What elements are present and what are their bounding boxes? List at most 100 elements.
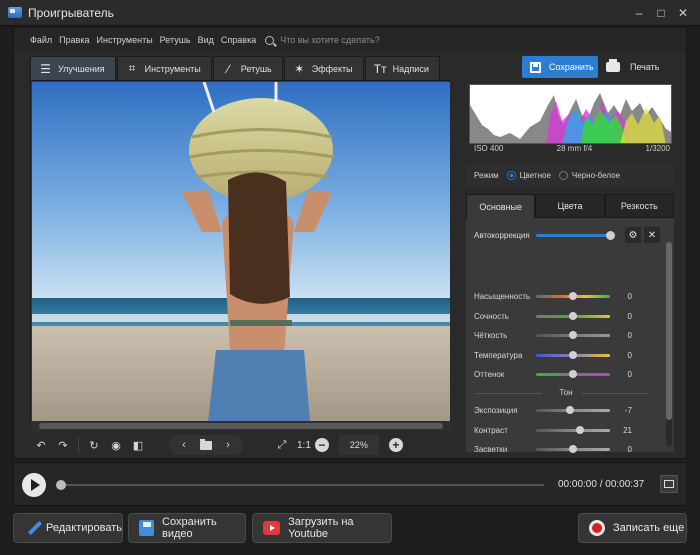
tab-tools[interactable]: ⌗ Инструменты	[116, 56, 212, 80]
tab-basic[interactable]: Основные	[466, 194, 536, 218]
record-icon	[589, 520, 605, 536]
menu-file[interactable]: Файл	[30, 35, 52, 45]
slider-knob[interactable]	[569, 311, 577, 320]
record-label: Записать еще	[613, 522, 685, 534]
slider-row: Экспозиция -7	[474, 404, 654, 418]
window-title: Проигрыватель	[28, 5, 114, 20]
undo-button[interactable]: ↶	[30, 435, 52, 455]
autocorrection-settings-button[interactable]: ⚙	[625, 227, 641, 243]
slider-knob[interactable]	[569, 292, 577, 300]
histogram	[469, 84, 672, 144]
menu-bar: Файл Правка Инструменты Ретушь Вид Справ…	[14, 28, 686, 52]
save-button[interactable]: Сохранить	[522, 56, 598, 78]
color-mode: Режим Цветное Черно-белое	[466, 164, 674, 186]
redo-button[interactable]: ↷	[52, 435, 74, 455]
folder-icon	[200, 438, 212, 450]
edit-button[interactable]: Редактировать	[13, 513, 123, 543]
slider-knob[interactable]	[569, 370, 577, 378]
radio-color-label[interactable]: Цветное	[520, 171, 551, 180]
chevron-left-icon: ‹	[182, 439, 186, 451]
preview-button[interactable]: ◉	[105, 435, 127, 455]
image-canvas[interactable]	[30, 80, 451, 431]
radio-bw-label[interactable]: Черно-белое	[572, 171, 620, 180]
tab-label: Надписи	[392, 63, 429, 74]
maximize-button[interactable]: □	[650, 4, 672, 22]
open-folder-button[interactable]	[195, 435, 217, 455]
tab-retouch[interactable]: ∕ Ретушь	[212, 56, 283, 80]
menu-help[interactable]: Справка	[221, 35, 256, 45]
slider-value: 0	[627, 311, 632, 321]
menu-view[interactable]: Вид	[198, 35, 214, 45]
autocorrection-slider[interactable]	[536, 234, 608, 237]
gear-icon: ⚙	[628, 229, 638, 241]
slider-knob[interactable]	[569, 445, 577, 453]
slider-track[interactable]	[536, 428, 610, 432]
upload-label: Загрузить на Youtube	[288, 516, 354, 540]
print-label: Печать	[630, 62, 660, 72]
compare-button[interactable]: ◧	[127, 435, 149, 455]
seek-bar[interactable]	[58, 484, 544, 486]
autocorrection-knob[interactable]	[606, 231, 615, 240]
menu-retouch[interactable]: Ретушь	[160, 35, 191, 45]
scroll-thumb[interactable]	[39, 423, 443, 429]
close-button[interactable]: ✕	[672, 4, 694, 22]
tab-colors[interactable]: Цвета	[535, 194, 605, 218]
slider-value: 0	[627, 445, 632, 454]
tab-label: Улучшения	[58, 63, 105, 74]
command-search[interactable]: Что вы хотите сделать?	[265, 35, 380, 45]
brush-icon: ∕	[227, 61, 230, 76]
rotate-button[interactable]: ↻	[83, 435, 105, 455]
divider	[78, 437, 79, 453]
zoom-out-button[interactable]: −	[314, 438, 329, 452]
save-icon	[139, 520, 155, 536]
record-again-button[interactable]: Записать еще	[578, 513, 687, 543]
player-bar: 00:00:00 / 00:00:37	[13, 462, 687, 506]
save-video-button[interactable]: Сохранить видео	[128, 513, 246, 543]
zoom-in-button[interactable]: +	[388, 438, 403, 452]
slider-value: -7	[624, 406, 632, 415]
menu-tools[interactable]: Инструменты	[97, 35, 153, 45]
slider-knob[interactable]	[566, 406, 575, 414]
next-button[interactable]: ›	[217, 435, 239, 455]
snapshot-button[interactable]	[660, 475, 678, 493]
undo-icon: ↶	[36, 439, 46, 452]
slider-label: Чёткость	[474, 331, 508, 340]
autocorrection-reset-button[interactable]: ✕	[644, 227, 660, 243]
search-placeholder: Что вы хотите сделать?	[280, 35, 380, 45]
slider-knob[interactable]	[569, 331, 577, 339]
radio-color[interactable]	[506, 170, 516, 180]
menu-edit[interactable]: Правка	[59, 35, 89, 45]
slider-row: Температура 0	[474, 349, 654, 363]
slider-knob[interactable]	[569, 350, 577, 359]
app-icon	[8, 7, 22, 18]
tab-sharpness[interactable]: Резкость	[604, 194, 674, 218]
fit-screen-button[interactable]: ⤢	[271, 435, 293, 455]
slider-knob[interactable]	[576, 425, 585, 434]
play-button[interactable]	[22, 473, 46, 497]
actual-size-button[interactable]: 1:1	[297, 440, 311, 451]
radio-bw[interactable]	[558, 170, 568, 180]
slider-row: Чёткость 0	[474, 329, 654, 343]
tab-label: Ретушь	[240, 63, 272, 74]
panel-scrollbar[interactable]	[666, 242, 672, 446]
slider-value: 0	[627, 370, 632, 379]
minimize-button[interactable]: –	[628, 4, 650, 22]
print-button[interactable]: Печать	[602, 56, 672, 78]
save-label: Сохранить	[549, 62, 594, 72]
tab-effects[interactable]: ✶ Эффекты	[283, 56, 364, 80]
slider-label: Оттенок	[474, 370, 505, 379]
image-toolbar: ↶ ↷ ↻ ◉ ◧ ‹ › ⤢ 1:1 − 22% +	[30, 432, 466, 458]
horizontal-scrollbar[interactable]	[31, 421, 451, 431]
panel-scroll-thumb[interactable]	[666, 242, 672, 420]
printer-icon	[606, 59, 620, 72]
compare-icon: ◧	[132, 439, 144, 452]
tab-text[interactable]: Tт Надписи	[364, 56, 440, 80]
zoom-level[interactable]: 22%	[338, 435, 379, 455]
adjustment-tabs: Основные Цвета Резкость	[466, 194, 674, 218]
upload-youtube-button[interactable]: Загрузить на Youtube	[252, 513, 392, 543]
previous-button[interactable]: ‹	[173, 435, 195, 455]
tab-enhance[interactable]: ☰ Улучшения	[30, 56, 116, 80]
seek-knob[interactable]	[56, 480, 66, 490]
slider-label: Сочность	[474, 311, 509, 321]
slider-label: Температура	[474, 350, 523, 360]
